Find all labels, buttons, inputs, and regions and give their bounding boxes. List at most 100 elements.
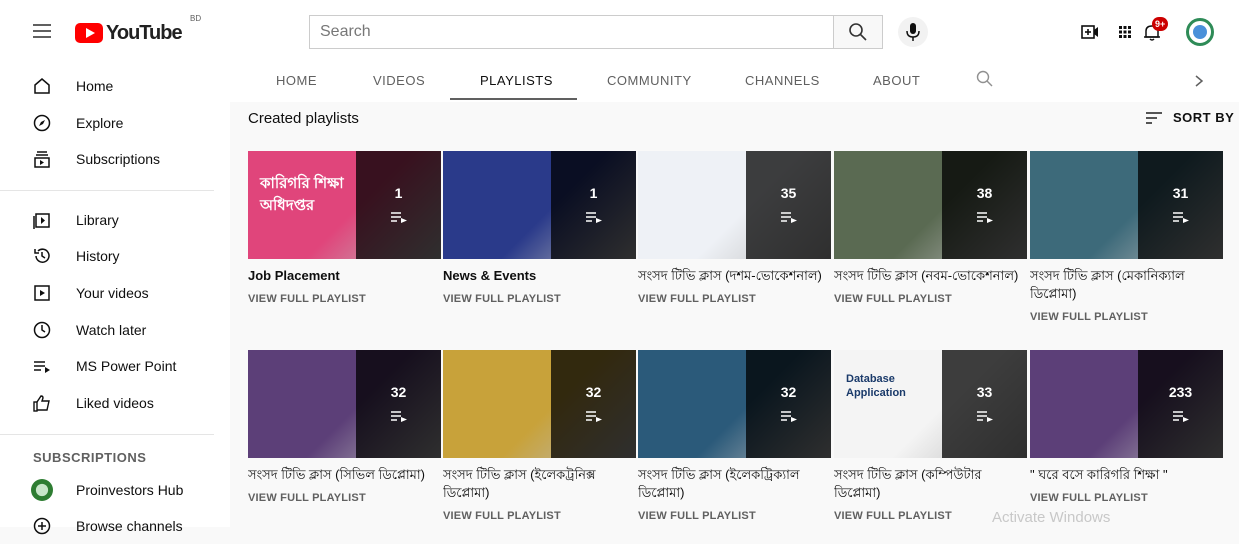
playlist-thumbnail[interactable]: 38 — [834, 151, 1027, 259]
playlist-count-overlay: 35 — [746, 151, 831, 259]
view-full-playlist-link[interactable]: VIEW FULL PLAYLIST — [834, 293, 1027, 305]
playlist-title[interactable]: সংসদ টিভি ক্লাস (সিভিল ডিপ্লোমা) — [248, 466, 441, 484]
sidebar: Home Explore Subscriptions Library Histo… — [0, 64, 230, 535]
playlist-title[interactable]: সংসদ টিভি ক্লাস (কম্পিউটার ডিপ্লোমা) — [834, 466, 1027, 502]
sidebar-item-watch-later[interactable]: Watch later — [0, 312, 230, 348]
video-count: 233 — [1168, 384, 1193, 400]
playlist-title[interactable]: সংসদ টিভি ক্লাস (নবম-ভোকেশনাল) — [834, 267, 1027, 285]
plus-circle-icon — [33, 517, 51, 535]
apps-button[interactable] — [1111, 18, 1139, 46]
sort-by-button[interactable]: SORT BY — [1146, 110, 1234, 125]
playlist-play-icon — [977, 411, 993, 422]
video-count: 32 — [780, 384, 797, 400]
chevron-right-icon[interactable] — [1192, 74, 1206, 88]
playlist-card[interactable]: কারিগরি শিক্ষা অধিদপ্তর 1 Job Placement … — [248, 151, 441, 305]
playlist-title[interactable]: News & Events — [443, 267, 636, 285]
playlist-thumbnail[interactable]: 32 — [248, 350, 441, 458]
sidebar-item-browse-channels[interactable]: Browse channels — [0, 508, 230, 544]
tab-channels[interactable]: CHANNELS — [745, 73, 820, 88]
playlist-thumbnail[interactable]: 32 — [443, 350, 636, 458]
view-full-playlist-link[interactable]: VIEW FULL PLAYLIST — [248, 492, 441, 504]
view-full-playlist-link[interactable]: VIEW FULL PLAYLIST — [638, 510, 831, 522]
playlist-card[interactable]: 32 সংসদ টিভি ক্লাস (ইলেকট্রনিক্স ডিপ্লোম… — [443, 350, 636, 522]
playlist-thumbnail[interactable]: কারিগরি শিক্ষা অধিদপ্তর 1 — [248, 151, 441, 259]
playlist-thumbnail[interactable]: 31 — [1030, 151, 1223, 259]
playlist-count-overlay: 32 — [746, 350, 831, 458]
search-input[interactable] — [310, 16, 833, 48]
video-count: 1 — [589, 185, 598, 201]
playlist-thumbnail[interactable]: Database Application 33 — [834, 350, 1027, 458]
playlist-count-overlay: 31 — [1138, 151, 1223, 259]
menu-icon[interactable] — [33, 24, 51, 38]
playlist-play-icon — [977, 212, 993, 223]
playlist-title[interactable]: Job Placement — [248, 267, 441, 285]
view-full-playlist-link[interactable]: VIEW FULL PLAYLIST — [1030, 311, 1223, 323]
view-full-playlist-link[interactable]: VIEW FULL PLAYLIST — [443, 293, 636, 305]
playlist-play-icon — [586, 212, 602, 223]
library-icon — [33, 213, 50, 229]
channel-search-icon[interactable] — [976, 70, 994, 88]
sidebar-item-explore[interactable]: Explore — [0, 105, 230, 141]
playlist-thumbnail[interactable]: 32 — [638, 350, 831, 458]
view-full-playlist-link[interactable]: VIEW FULL PLAYLIST — [248, 293, 441, 305]
youtube-play-icon — [75, 23, 103, 43]
playlist-title[interactable]: " ঘরে বসে কারিগরি শিক্ষা " — [1030, 466, 1223, 484]
sidebar-item-liked-videos[interactable]: Liked videos — [0, 385, 230, 421]
tab-videos[interactable]: VIDEOS — [373, 73, 425, 88]
playlist-play-icon — [391, 411, 407, 422]
create-video-button[interactable] — [1076, 18, 1104, 46]
playlist-card[interactable]: 233 " ঘরে বসে কারিগরি শিক্ষা " VIEW FULL… — [1030, 350, 1223, 504]
playlist-card[interactable]: 32 সংসদ টিভি ক্লাস (ইলেকট্রিক্যাল ডিপ্লো… — [638, 350, 831, 522]
playlist-play-icon — [391, 212, 407, 223]
sidebar-item-history[interactable]: History — [0, 238, 230, 274]
playlist-card[interactable]: Database Application 33 সংসদ টিভি ক্লাস … — [834, 350, 1027, 522]
tab-about[interactable]: ABOUT — [873, 73, 920, 88]
view-full-playlist-link[interactable]: VIEW FULL PLAYLIST — [443, 510, 636, 522]
thumbnail-caption: কারিগরি শিক্ষা অধিদপ্তর — [260, 175, 344, 214]
playlist-play-icon — [586, 411, 602, 422]
playlist-count-overlay: 233 — [1138, 350, 1223, 458]
tab-home[interactable]: HOME — [276, 73, 317, 88]
voice-search-button[interactable] — [898, 17, 928, 47]
tab-playlists[interactable]: PLAYLISTS — [480, 73, 553, 88]
playlist-title[interactable]: সংসদ টিভি ক্লাস (মেকানিক্যাল ডিপ্লোমা) — [1030, 267, 1223, 303]
search-button[interactable] — [833, 15, 883, 49]
sidebar-item-library[interactable]: Library — [0, 202, 230, 238]
tab-community[interactable]: COMMUNITY — [607, 73, 692, 88]
sidebar-item-ms-power-point[interactable]: MS Power Point — [0, 348, 230, 384]
sidebar-divider — [0, 434, 214, 435]
playlist-thumbnail[interactable]: 35 — [638, 151, 831, 259]
sidebar-divider — [0, 190, 214, 191]
playlist-card[interactable]: 1 News & Events VIEW FULL PLAYLIST — [443, 151, 636, 305]
microphone-icon — [906, 23, 920, 41]
search-icon — [849, 23, 867, 41]
playlist-thumbnail[interactable]: 233 — [1030, 350, 1223, 458]
sidebar-channel-proinvestors-hub[interactable]: Proinvestors Hub — [0, 472, 230, 508]
sidebar-item-home[interactable]: Home — [0, 68, 230, 104]
playlist-title[interactable]: সংসদ টিভি ক্লাস (দশম-ভোকেশনাল) — [638, 267, 831, 285]
playlist-card[interactable]: 35 সংসদ টিভি ক্লাস (দশম-ভোকেশনাল) VIEW F… — [638, 151, 831, 305]
playlist-card[interactable]: 38 সংসদ টিভি ক্লাস (নবম-ভোকেশনাল) VIEW F… — [834, 151, 1027, 305]
activate-windows-watermark: Activate Windows — [992, 509, 1111, 526]
sidebar-item-subscriptions[interactable]: Subscriptions — [0, 141, 230, 177]
view-full-playlist-link[interactable]: VIEW FULL PLAYLIST — [638, 293, 831, 305]
thumbs-up-icon — [33, 395, 50, 412]
compass-icon — [33, 114, 51, 132]
sidebar-item-your-videos[interactable]: Your videos — [0, 275, 230, 311]
playlist-icon — [34, 361, 50, 373]
view-full-playlist-link[interactable]: VIEW FULL PLAYLIST — [1030, 492, 1223, 504]
clock-icon — [33, 321, 51, 339]
playlist-title[interactable]: সংসদ টিভি ক্লাস (ইলেকট্রনিক্স ডিপ্লোমা) — [443, 466, 636, 502]
subscriptions-heading: SUBSCRIPTIONS — [33, 450, 147, 465]
playlist-thumbnail[interactable]: 1 — [443, 151, 636, 259]
playlist-count-overlay: 38 — [942, 151, 1027, 259]
search-box[interactable] — [309, 15, 834, 49]
channel-tabs: HOME VIDEOS PLAYLISTS COMMUNITY CHANNELS… — [230, 64, 1239, 102]
account-avatar[interactable] — [1186, 18, 1214, 46]
playlist-title[interactable]: সংসদ টিভি ক্লাস (ইলেকট্রিক্যাল ডিপ্লোমা) — [638, 466, 831, 502]
active-tab-indicator — [450, 98, 577, 100]
playlist-card[interactable]: 31 সংসদ টিভি ক্লাস (মেকানিক্যাল ডিপ্লোমা… — [1030, 151, 1223, 323]
youtube-logo[interactable]: YouTube BD — [75, 14, 201, 44]
playlist-play-icon — [781, 212, 797, 223]
playlist-card[interactable]: 32 সংসদ টিভি ক্লাস (সিভিল ডিপ্লোমা) VIEW… — [248, 350, 441, 504]
